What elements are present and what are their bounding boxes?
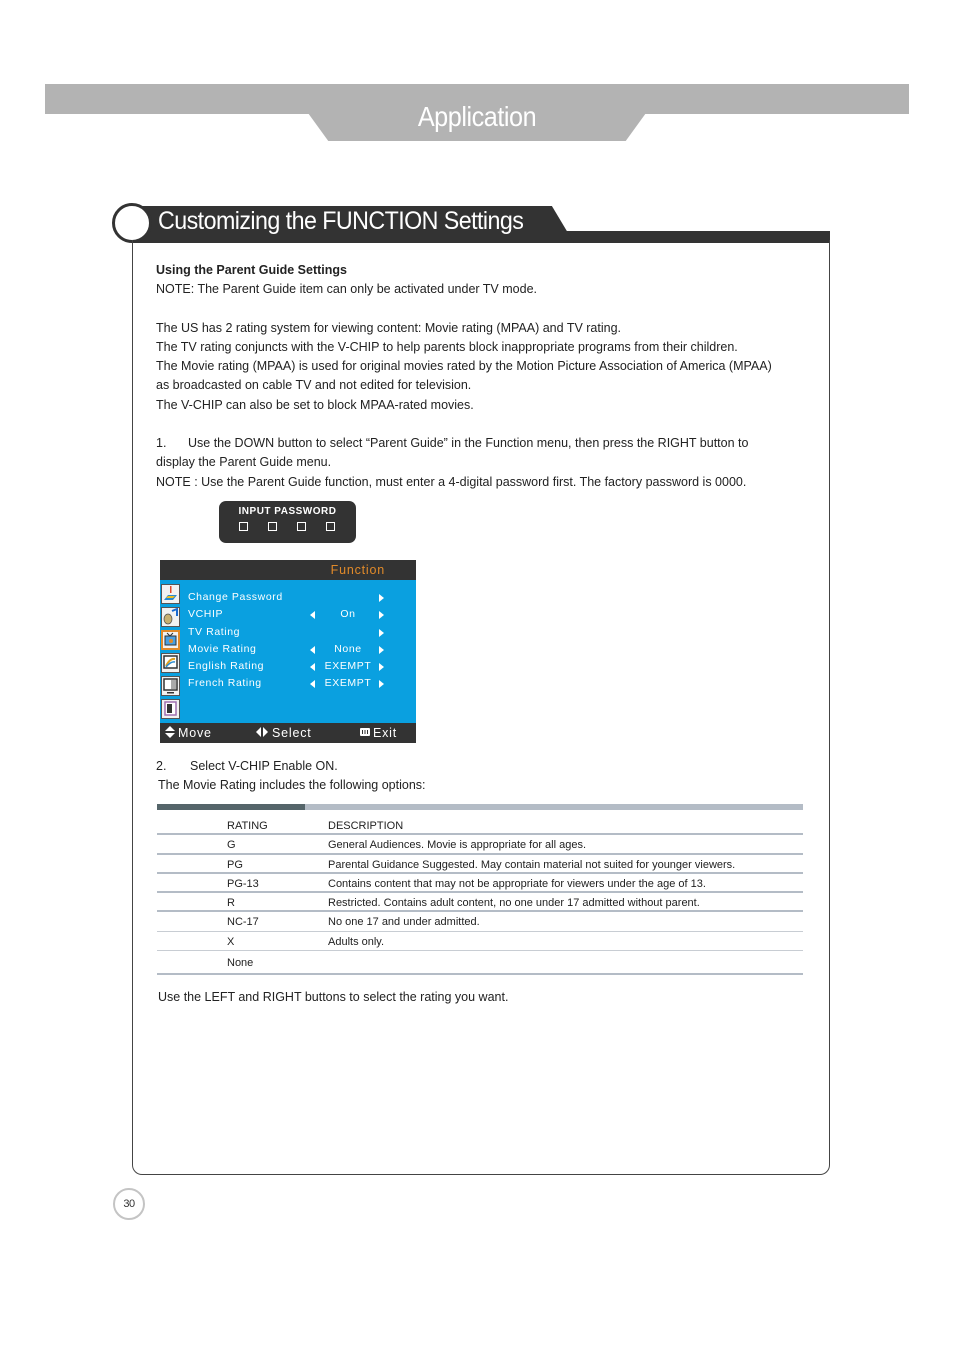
table-row: NC-17 No one 17 and under admitted. [157,912,803,932]
step-2-text: Select V-CHIP Enable ON. [190,759,338,773]
password-label: INPUT PASSWORD [238,506,337,517]
table-header-row: RATING DESCRIPTION [157,816,803,836]
left-arrow-icon[interactable] [310,646,315,654]
page-title: Application [417,101,537,132]
table-row: PG Parental Guidance Suggested. May cont… [157,855,803,874]
osd-footer: Move Select Exit [160,723,416,743]
description-cell: No one 17 and under admitted. [328,916,480,929]
password-digit-box[interactable] [326,522,335,531]
osd-row-label: VCHIP [188,608,224,620]
left-arrow-icon[interactable] [310,680,315,688]
left-arrow-icon[interactable] [310,663,315,671]
rating-cell: PG [227,858,243,871]
osd-row-change-password[interactable]: Change Password [188,591,416,605]
osd-row-tv-rating[interactable]: TV Rating [188,626,416,640]
step-1-text-cont: display the Parent Guide menu. [156,455,332,469]
description-cell: Adults only. [328,935,385,948]
right-arrow-icon[interactable] [379,663,384,671]
osd-row-value: EXEMPT [324,660,372,672]
rating-cell: NC-17 [227,916,259,929]
rating-cell: R [227,897,235,910]
osd-row-french-rating[interactable]: French Rating EXEMPT [188,677,416,691]
right-arrow-icon[interactable] [379,611,384,619]
right-arrow-icon[interactable] [379,594,384,602]
table-top-bar-light [305,804,803,810]
section-bullet-icon [112,203,152,243]
section-title: Customizing the FUNCTION Settings [158,207,524,235]
osd-row-english-rating[interactable]: English Rating EXEMPT [188,660,416,674]
password-digit-box[interactable] [239,522,248,531]
function-icon[interactable] [161,630,180,650]
right-arrow-icon[interactable] [379,680,384,688]
right-arrow-icon[interactable] [379,629,384,637]
screen-icon[interactable] [161,676,180,696]
paragraph-line: The Movie rating (MPAA) is used for orig… [156,359,772,373]
osd-row-value: On [340,608,356,620]
paragraph-line: The TV rating conjuncts with the V-CHIP … [156,340,738,354]
table-row: R Restricted. Contains adult content, no… [157,893,803,913]
step-1-number: 1. [156,436,167,450]
osd-row-value: EXEMPT [324,677,372,689]
sound-icon[interactable] [161,607,180,627]
table-row: X Adults only. [157,932,803,952]
osd-title: Function [330,563,385,577]
header-description: DESCRIPTION [328,820,404,832]
up-down-arrow-icon [165,726,175,741]
description-cell: Contains content that may not be appropr… [328,877,706,890]
table-top-bar-dark [157,804,305,810]
rating-cell: None [227,957,254,970]
right-arrow-icon[interactable] [379,646,384,654]
description-cell: Restricted. Contains adult content, no o… [328,897,700,910]
menu-button-icon [360,726,370,741]
description-cell: Parental Guidance Suggested. May contain… [328,858,736,871]
description-cell: General Audiences. Movie is appropriate … [328,839,587,852]
note-password: NOTE : Use the Parent Guide function, mu… [156,475,747,489]
osd-row-label: Movie Rating [188,643,257,655]
paragraph-line: The V-CHIP can also be set to block MPAA… [156,398,474,412]
osd-row-movie-rating[interactable]: Movie Rating None [188,643,416,657]
rating-cell: X [227,935,235,948]
password-digit-box[interactable] [297,522,306,531]
osd-row-label: Change Password [188,591,283,603]
step-2-number: 2. [156,759,167,773]
password-digit-box[interactable] [268,522,277,531]
movie-rating-table: RATING DESCRIPTION G General Audiences. … [157,816,803,976]
osd-row-label: English Rating [188,660,265,672]
left-arrow-icon[interactable] [310,611,315,619]
picture-icon[interactable] [161,584,180,604]
input-password-dialog: INPUT PASSWORD [219,501,356,543]
left-right-arrow-icon [256,726,268,741]
header-rating: RATING [227,820,268,832]
paragraph-line: as broadcasted on cable TV and not edite… [156,378,472,392]
movie-rating-intro: The Movie Rating includes the following … [158,778,426,792]
select-rating-instruction: Use the LEFT and RIGHT buttons to select… [158,990,509,1004]
osd-header: Function [160,560,416,580]
exit-menu-icon[interactable] [161,699,180,719]
select-hint: Select [272,726,312,740]
paragraph-line: The US has 2 rating system for viewing c… [156,321,622,335]
subheading: Using the Parent Guide Settings [156,263,347,277]
osd-row-value: None [334,643,362,655]
rating-cell: G [227,839,236,852]
table-row: PG-13 Contains content that may not be a… [157,874,803,894]
osd-row-vchip[interactable]: VCHIP On [188,608,416,622]
osd-row-label: French Rating [188,677,262,689]
table-row: None [157,953,803,976]
function-osd-menu: Function Change Password VCHIP On TV Rat… [160,560,416,743]
table-row: G General Audiences. Movie is appropriat… [157,835,803,855]
display-icon[interactable] [161,653,180,673]
page-number: 30 [113,1188,145,1220]
note-tv-mode: NOTE: The Parent Guide item can only be … [156,282,537,296]
osd-row-label: TV Rating [188,626,241,638]
step-1-text: Use the DOWN button to select “Parent Gu… [188,436,749,450]
rating-cell: PG-13 [227,877,259,890]
exit-hint: Exit [373,726,398,740]
move-hint: Move [178,726,212,740]
